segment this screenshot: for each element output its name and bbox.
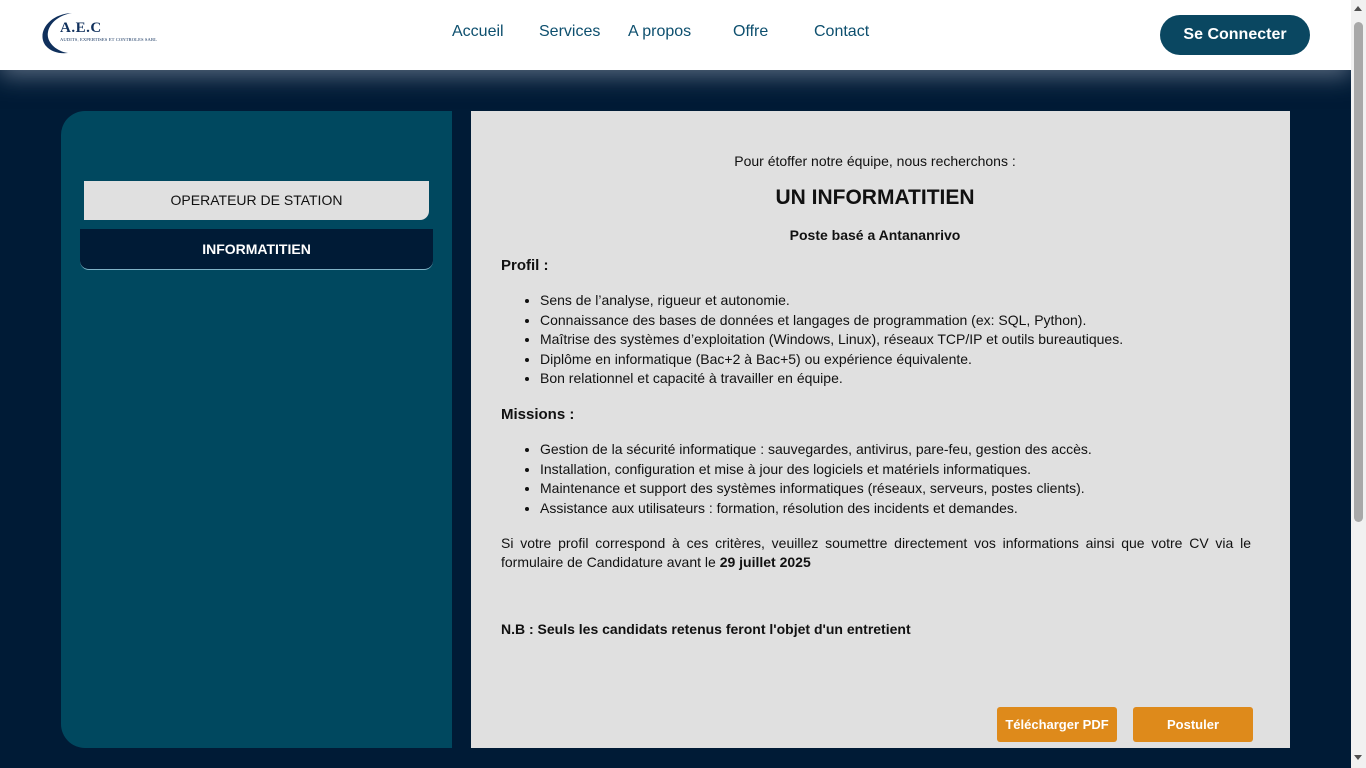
aec-logo[interactable]: A.E.C AUDITS, EXPERTISES ET CONTROLES SA…	[38, 10, 168, 56]
job-offer-panel: Pour étoffer notre équipe, nous recherch…	[471, 111, 1290, 748]
site-header: A.E.C AUDITS, EXPERTISES ET CONTROLES SA…	[0, 0, 1351, 70]
nav-a-propos[interactable]: A propos	[628, 23, 691, 41]
profile-list: Sens de l’analyse, rigueur et autonomie.…	[501, 291, 1123, 389]
list-item: Assistance aux utilisateurs : formation,…	[540, 499, 1092, 519]
application-instructions: Si votre profil correspond à ces critère…	[501, 534, 1251, 572]
download-pdf-button[interactable]: Télécharger PDF	[997, 707, 1117, 742]
interview-note: N.B : Seuls les candidats retenus feront…	[501, 621, 911, 637]
list-item: Sens de l’analyse, rigueur et autonomie.	[540, 291, 1123, 311]
page-scrollbar[interactable]	[1351, 0, 1366, 768]
offer-intro: Pour étoffer notre équipe, nous recherch…	[734, 153, 1016, 169]
sidebar-item-informatitien[interactable]: INFORMATITIEN	[80, 229, 433, 270]
list-item: Diplôme en informatique (Bac+2 à Bac+5) …	[540, 350, 1123, 370]
logo-subtitle: AUDITS, EXPERTISES ET CONTROLES SARL	[60, 37, 158, 42]
scroll-up-arrow-icon[interactable]	[1354, 6, 1362, 11]
nav-offre[interactable]: Offre	[733, 23, 768, 41]
profile-heading: Profil :	[501, 257, 549, 274]
list-item: Installation, configuration et mise à jo…	[540, 460, 1092, 480]
nav-accueil[interactable]: Accueil	[452, 23, 504, 41]
list-item: Gestion de la sécurité informatique : sa…	[540, 440, 1092, 460]
job-list-sidebar: OPERATEUR DE STATION INFORMATITIEN	[61, 111, 452, 748]
list-item: Connaissance des bases de données et lan…	[540, 311, 1123, 331]
nav-services[interactable]: Services	[539, 23, 600, 41]
missions-list: Gestion de la sécurité informatique : sa…	[501, 440, 1092, 518]
missions-heading: Missions :	[501, 406, 575, 423]
logo-title: A.E.C	[60, 20, 102, 36]
deadline-date: 29 juillet 2025	[719, 554, 811, 570]
nav-contact[interactable]: Contact	[814, 23, 869, 41]
application-text: Si votre profil correspond à ces critère…	[501, 535, 1251, 570]
list-item: Maîtrise des systèmes d’exploitation (Wi…	[540, 330, 1123, 350]
list-item: Bon relationnel et capacité à travailler…	[540, 369, 1123, 389]
list-item: Maintenance et support des systèmes info…	[540, 479, 1092, 499]
sidebar-item-operateur-de-station[interactable]: OPERATEUR DE STATION	[84, 181, 429, 220]
offer-title: UN INFORMATITIEN	[775, 186, 975, 209]
scroll-thumb[interactable]	[1354, 22, 1363, 522]
offer-location: Poste basé a Antananrivo	[789, 227, 961, 243]
apply-button[interactable]: Postuler	[1133, 707, 1253, 742]
scroll-down-arrow-icon[interactable]	[1354, 755, 1362, 760]
connect-button[interactable]: Se Connecter	[1160, 15, 1310, 55]
